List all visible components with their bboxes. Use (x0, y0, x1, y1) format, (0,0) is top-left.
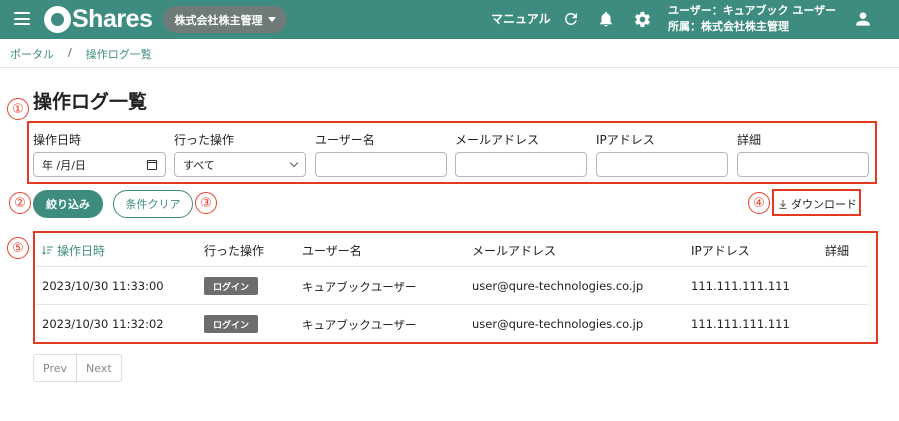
org-selector-label: 株式会社株主管理 (174, 13, 263, 27)
menu-icon[interactable] (14, 12, 30, 25)
annotation-5: ⑤ (7, 237, 29, 259)
app-name: Shares (72, 5, 153, 33)
cell-ip: 111.111.111.111 (691, 317, 790, 331)
date-input-value: 年 /月/日 (42, 158, 86, 172)
action-select-value: すべて (183, 158, 215, 172)
annotation-4: ④ (748, 192, 770, 214)
cell-ip: 111.111.111.111 (691, 279, 790, 293)
column-header-username: ユーザー名 (302, 244, 362, 258)
filter-label-datetime: 操作日時 (33, 133, 82, 147)
detail-input[interactable] (737, 152, 869, 177)
action-select[interactable]: すべて (174, 152, 306, 177)
breadcrumb-separator: / (68, 46, 72, 59)
org-selector[interactable]: 株式会社株主管理 (163, 6, 287, 33)
annotation-2: ② (9, 192, 31, 214)
logo-mark-icon (44, 6, 71, 33)
chevron-down-icon (289, 158, 299, 168)
manual-link[interactable]: マニュアル (491, 10, 551, 27)
pagination: Prev Next (33, 354, 122, 382)
filter-label-detail: 詳細 (737, 133, 762, 147)
calendar-icon[interactable] (147, 159, 157, 170)
column-header-ip: IPアドレス (691, 244, 750, 258)
breadcrumb-current[interactable]: 操作ログ一覧 (86, 46, 152, 62)
gear-icon[interactable] (632, 9, 652, 29)
ip-input[interactable] (596, 152, 728, 177)
account-icon[interactable] (853, 9, 873, 29)
app-logo[interactable]: Shares (44, 5, 153, 34)
user-org: 所属：株式会社株主管理 (668, 20, 789, 33)
cell-datetime: 2023/10/30 11:33:00 (42, 279, 164, 293)
page-title: 操作ログ一覧 (33, 91, 148, 113)
filter-label-ip: IPアドレス (596, 133, 655, 147)
app-header: Shares 株式会社株主管理 マニュアル ユーザー：キュアブック ユーザー 所… (0, 0, 899, 39)
table-divider (36, 304, 868, 305)
user-info: ユーザー：キュアブック ユーザー 所属：株式会社株主管理 (668, 3, 836, 35)
sort-icon (42, 246, 53, 255)
download-label: ダウンロード (791, 198, 857, 211)
caret-down-icon (267, 17, 276, 22)
table-divider (36, 266, 868, 267)
breadcrumb: ポータル / 操作ログ一覧 (10, 46, 152, 62)
cell-username: キュアブックユーザー (302, 280, 417, 294)
action-badge: ログイン (204, 277, 258, 295)
next-page-button[interactable]: Next (76, 355, 121, 381)
cell-email: user@qure-technologies.co.jp (472, 279, 644, 293)
bell-icon[interactable] (596, 9, 616, 29)
column-header-datetime[interactable]: 操作日時 (42, 242, 105, 259)
filter-label-email: メールアドレス (455, 133, 540, 147)
annotation-1: ① (7, 98, 29, 120)
email-input[interactable] (455, 152, 587, 177)
action-badge: ログイン (204, 315, 258, 333)
breadcrumb-portal[interactable]: ポータル (10, 46, 54, 62)
download-button[interactable]: ダウンロード (779, 196, 857, 212)
header-divider (0, 67, 899, 68)
clear-conditions-button[interactable]: 条件クリア (113, 190, 193, 218)
refresh-icon[interactable] (561, 9, 581, 29)
column-header-detail: 詳細 (825, 244, 850, 258)
column-header-email: メールアドレス (472, 244, 557, 258)
annotation-3: ③ (195, 192, 217, 214)
prev-page-button[interactable]: Prev (34, 355, 76, 381)
user-name: ユーザー：キュアブック ユーザー (668, 4, 837, 17)
date-input[interactable]: 年 /月/日 (33, 152, 166, 177)
cell-datetime: 2023/10/30 11:32:02 (42, 317, 164, 331)
cell-email: user@qure-technologies.co.jp (472, 317, 644, 331)
cell-username: キュアブックユーザー (302, 318, 417, 332)
download-icon (779, 199, 787, 209)
filter-button[interactable]: 絞り込み (33, 190, 103, 218)
filter-label-action: 行った操作 (174, 133, 235, 147)
column-header-datetime-label: 操作日時 (57, 244, 106, 258)
username-input[interactable] (315, 152, 447, 177)
filter-label-username: ユーザー名 (315, 133, 375, 147)
column-header-action: 行った操作 (204, 244, 265, 258)
